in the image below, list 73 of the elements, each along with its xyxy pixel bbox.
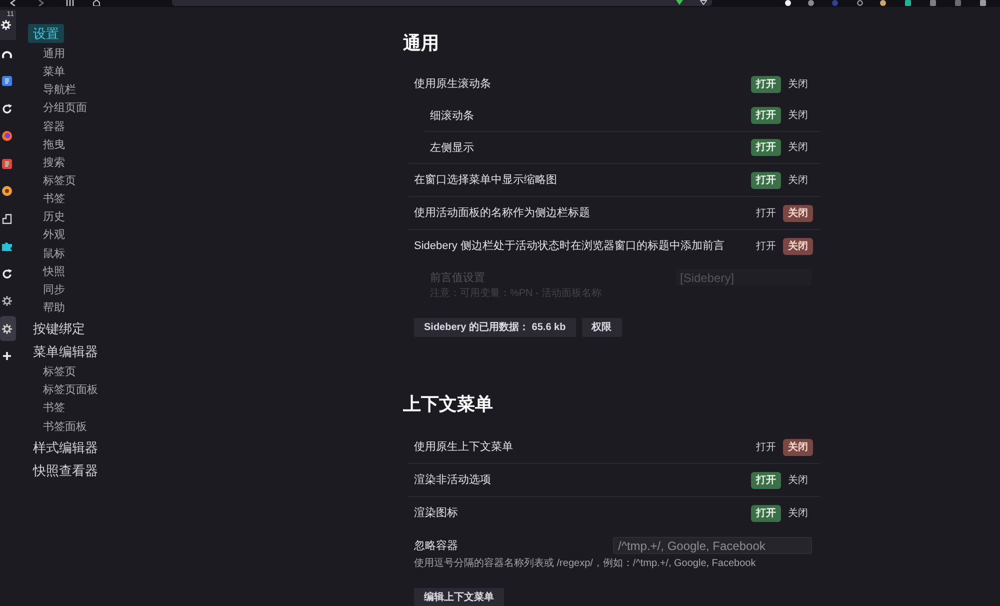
nav-subitem[interactable]: 标签页 [43,174,76,188]
nav-subitem[interactable]: 搜索 [43,156,65,170]
square-icon[interactable] [980,0,986,6]
toggle-option[interactable]: 关闭 [783,172,813,188]
toggle-option[interactable]: 关闭 [783,76,813,92]
nav-subitem[interactable]: 容器 [43,120,65,134]
nav-subitem[interactable]: 书签 [43,192,65,206]
section-heading: 通用 [403,32,439,55]
circle-icon[interactable] [785,0,791,6]
triangle-icon[interactable] [676,0,683,5]
setting-label: 使用活动面板的名称作为侧边栏标题 [414,206,590,220]
setting-label: 使用原生滚动条 [414,77,491,91]
toggle-option[interactable]: 打开 [751,139,781,156]
toggle-option[interactable]: 关闭 [783,139,813,156]
nav-subitem[interactable]: 分组页面 [43,101,87,116]
toggle-option[interactable]: 关闭 [783,238,813,254]
square-icon[interactable] [955,0,961,6]
toggle-option[interactable]: 打开 [751,438,781,456]
setting-label: 忽略容器 [414,538,458,552]
nav-item[interactable]: 样式编辑器 [28,438,103,457]
toggle-option[interactable]: 打开 [751,472,781,488]
setting-label: 左侧显示 [430,140,474,154]
nav-subitem[interactable]: 导航栏 [43,83,76,98]
toggle-option[interactable]: 打开 [751,504,781,522]
action-button[interactable]: 编辑上下文菜单 [414,588,504,606]
action-button[interactable]: Sidebery 的已用数据： 65.6 kb [414,318,576,337]
nav-subitem[interactable]: 鼠标 [43,246,65,261]
toggle-option[interactable]: 关闭 [783,204,813,222]
panel-button[interactable] [0,316,16,342]
nav-subitem[interactable]: 帮助 [43,301,65,316]
home-icon[interactable] [93,0,100,6]
nav-subitem[interactable]: 快照 [43,264,65,279]
setting-label: Sidebery 侧边栏处于活动状态时在浏览器窗口的标题中添加前言 [414,239,724,253]
nav-item[interactable]: 按键绑定 [28,319,90,338]
nav-subitem[interactable]: 书签 [43,401,65,416]
toggle-option[interactable]: 关闭 [783,107,813,124]
setting-label: 在窗口选择菜单中显示缩略图 [414,173,557,187]
text-input[interactable]: /^tmp.+/, Google, Facebook [613,537,812,554]
toggle-option[interactable]: 关闭 [783,472,813,488]
triangle-icon[interactable] [700,0,707,5]
toggle-option[interactable]: 打开 [751,238,781,254]
square-icon[interactable] [930,0,936,6]
setting-label: 渲染图标 [414,506,458,520]
toggle-option[interactable]: 关闭 [783,504,813,522]
nav-subitem[interactable]: 标签页 [43,365,76,380]
nav-item[interactable]: 菜单编辑器 [28,342,103,362]
section-heading: 上下文菜单 [403,393,493,416]
setting-label: 渲染非活动选项 [414,473,491,487]
nav-subitem[interactable]: 菜单 [43,65,65,80]
action-button[interactable]: 权限 [582,318,622,337]
toggle-option[interactable]: 打开 [751,172,781,188]
nav-subitem[interactable]: 同步 [43,282,65,297]
ring-icon[interactable] [857,0,863,6]
toggle-option[interactable]: 打开 [751,107,781,124]
nav-item[interactable]: 设置 [28,24,64,43]
toggle-option[interactable]: 关闭 [783,438,813,456]
setting-label: 使用原生上下文菜单 [414,440,513,454]
library-icon[interactable] [66,0,74,6]
setting-hint: 使用逗号分隔的容器名称列表或 /regexp/，例如：/^tmp.+/, Google, Facebook [414,558,756,570]
setting-label: 前言值设置 [430,270,485,284]
cog-icon [1,20,11,30]
nav-item[interactable]: 快照查看器 [28,460,103,480]
toggle-option[interactable]: 打开 [751,76,781,92]
toggle-option[interactable]: 打开 [751,204,781,222]
nav-subitem[interactable]: 标签页面板 [43,383,98,398]
nav-subitem[interactable]: 外观 [43,228,65,242]
circle-icon[interactable] [880,0,886,6]
nav-subitem[interactable]: 拖曳 [43,138,65,152]
nav-subitem[interactable]: 书签面板 [43,420,87,434]
square-icon[interactable] [905,0,911,6]
setting-label: 细滚动条 [430,108,474,122]
nav-subitem[interactable]: 通用 [43,47,65,62]
nav-subitem[interactable]: 历史 [43,210,65,224]
